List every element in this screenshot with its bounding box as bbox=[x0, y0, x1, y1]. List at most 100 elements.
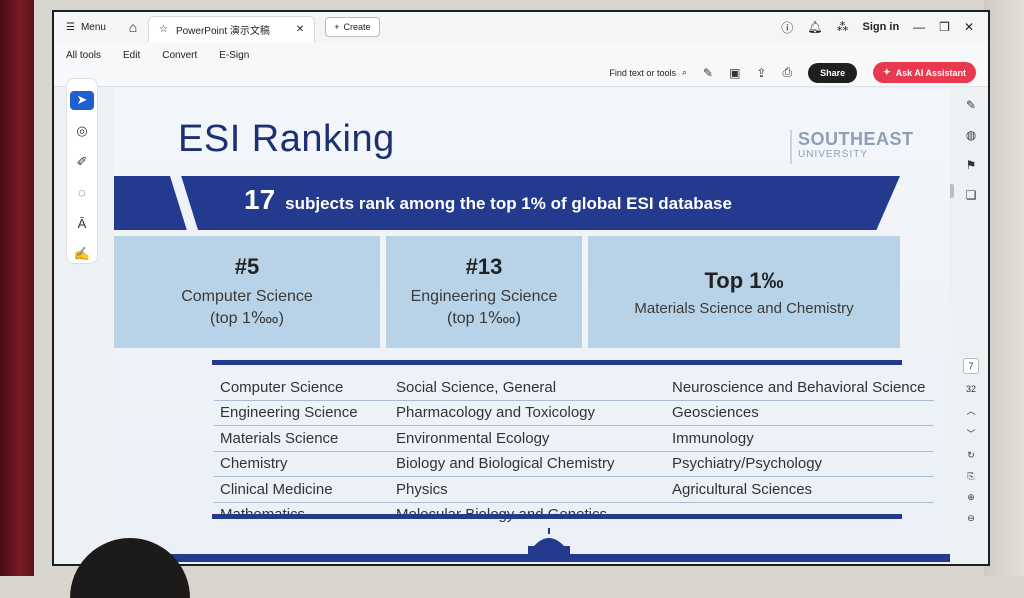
subject-cell: Social Science, General bbox=[390, 375, 666, 401]
subject-table: Computer Science Social Science, General… bbox=[214, 375, 934, 527]
share-button[interactable]: Share bbox=[808, 62, 858, 83]
subject-cell: Materials Science bbox=[214, 426, 390, 452]
subject-cell: Psychiatry/Psychology bbox=[666, 452, 934, 477]
wall bbox=[984, 0, 1024, 576]
close-window-icon[interactable]: ✕ bbox=[964, 20, 974, 34]
card-note: (top 1‱) bbox=[209, 310, 284, 327]
page-export-icon[interactable]: ⎘ bbox=[967, 471, 974, 482]
highlight-pen-icon[interactable]: ✐ bbox=[70, 152, 94, 171]
subject-cell: Geosciences bbox=[666, 401, 934, 426]
subject-cell: Engineering Science bbox=[214, 401, 390, 426]
apps-grid-icon[interactable]: ⁂ bbox=[837, 20, 849, 34]
zoom-out-icon[interactable]: ⊖ bbox=[967, 513, 975, 524]
sign-in-button[interactable]: Sign in bbox=[863, 21, 900, 33]
logo-sub-text: UNIVERSITY bbox=[798, 149, 869, 160]
tab-document[interactable]: ☆ PowerPoint 演示文稿 ✕ bbox=[147, 15, 316, 43]
subject-cell: Pharmacology and Toxicology bbox=[390, 401, 666, 426]
ranking-cards: #5 Computer Science (top 1‱) #13 Enginee… bbox=[114, 236, 900, 348]
subject-cell: Neuroscience and Behavioral Science bbox=[666, 375, 934, 401]
bookmarks-icon[interactable]: ⚑ bbox=[966, 158, 977, 172]
ranking-card: #5 Computer Science (top 1‱) bbox=[114, 236, 380, 348]
toolbar-actions: Find text or tools ⌕ ✎ ▣ ⇪ ⎙ Share ✦ Ask… bbox=[609, 42, 988, 83]
pages-icon[interactable]: ❏ bbox=[966, 188, 977, 202]
comment-icon[interactable]: ◎ bbox=[70, 122, 94, 141]
total-pages: 32 bbox=[965, 384, 976, 394]
card-rank: #13 bbox=[465, 254, 503, 280]
subject-cell: Biology and Biological Chemistry bbox=[390, 452, 666, 477]
comments-panel-icon[interactable]: ◍ bbox=[966, 128, 976, 142]
ranking-card: #13 Engineering Science (top 1‱) bbox=[386, 236, 582, 348]
table-bottom-rule bbox=[212, 514, 902, 519]
subject-cell: Computer Science bbox=[214, 375, 390, 401]
window-controls: ⓘ 🔔︎ ⁂ Sign in — ❐ ✕ bbox=[781, 19, 988, 36]
card-note: (top 1‱) bbox=[446, 310, 521, 327]
fill-sign-icon[interactable]: ✎ bbox=[703, 66, 713, 80]
logo-main-text: SOUTHEAST bbox=[798, 129, 914, 149]
current-page-field[interactable]: 7 bbox=[963, 358, 979, 374]
table-top-rule bbox=[212, 360, 902, 365]
hamburger-icon: ☰ bbox=[66, 21, 75, 33]
subject-cell: Agricultural Sciences bbox=[666, 477, 934, 503]
slide-title: ESI Ranking bbox=[178, 118, 395, 160]
upload-icon[interactable]: ⇪ bbox=[756, 66, 766, 80]
slide-footer-bar bbox=[114, 554, 950, 562]
card-subject: Computer Science bbox=[181, 288, 313, 306]
curtain bbox=[0, 0, 34, 576]
restore-icon[interactable]: ❐ bbox=[939, 20, 950, 34]
ai-sparkle-icon: ✦ bbox=[883, 67, 891, 77]
edit-pdf-icon[interactable]: ✎ bbox=[966, 98, 976, 112]
ranking-card: Top 1‰ Materials Science and Chemistry bbox=[588, 236, 900, 348]
tab-bar: ☰ Menu ⌂ ☆ PowerPoint 演示文稿 ✕ + Create ⓘ … bbox=[54, 12, 988, 43]
draw-icon[interactable]: ◌ bbox=[70, 183, 94, 202]
slide-page: ESI Ranking SOUTHEAST UNIVERSITY 17 subj… bbox=[114, 88, 950, 562]
menu-button[interactable]: ☰ Menu bbox=[54, 12, 118, 42]
card-subject: Materials Science and Chemistry bbox=[634, 299, 854, 317]
menu-esign[interactable]: E-Sign bbox=[219, 50, 249, 61]
left-tool-rail: ➤ ◎ ✐ ◌ Ā ✍ bbox=[66, 78, 98, 264]
card-rank: #5 bbox=[234, 254, 260, 280]
menu-label: Menu bbox=[80, 21, 106, 33]
zoom-in-icon[interactable]: ⊕ bbox=[967, 492, 975, 503]
right-tool-rail: ✎ ◍ ⚑ ❏ bbox=[958, 98, 984, 202]
subject-cell: Physics bbox=[390, 477, 666, 503]
menu-edit[interactable]: Edit bbox=[123, 50, 140, 61]
plus-icon: + bbox=[334, 22, 340, 32]
search-icon: ⌕ bbox=[681, 67, 687, 77]
logo-divider bbox=[790, 130, 792, 164]
card-subject: Engineering Science bbox=[410, 288, 558, 306]
rotate-icon[interactable]: ↻ bbox=[967, 450, 975, 461]
close-tab-icon[interactable]: ✕ bbox=[296, 24, 304, 35]
select-cursor-icon[interactable]: ➤ bbox=[70, 91, 94, 110]
tab-title: PowerPoint 演示文稿 bbox=[175, 26, 270, 37]
ask-ai-button[interactable]: ✦ Ask AI Assistant bbox=[873, 62, 976, 83]
subject-cell: Immunology bbox=[666, 426, 934, 452]
star-icon[interactable]: ☆ bbox=[159, 24, 168, 35]
home-icon[interactable]: ⌂ bbox=[118, 12, 148, 42]
sign-icon[interactable]: ✍ bbox=[70, 244, 94, 263]
card-rank: Top 1‰ bbox=[704, 267, 784, 293]
create-button[interactable]: + Create bbox=[325, 17, 380, 37]
menu-all-tools[interactable]: All tools bbox=[66, 50, 101, 61]
subject-cell: Clinical Medicine bbox=[214, 477, 390, 503]
subject-cell: Environmental Ecology bbox=[390, 426, 666, 452]
save-icon[interactable]: ▣ bbox=[729, 66, 740, 80]
create-label: Create bbox=[343, 22, 371, 32]
banner-number: 17 bbox=[244, 184, 276, 215]
menu-convert[interactable]: Convert bbox=[162, 50, 197, 61]
projection-screen: ☰ Menu ⌂ ☆ PowerPoint 演示文稿 ✕ + Create ⓘ … bbox=[52, 10, 990, 566]
page-navigator: 7 32 ︿ ﹀ ↻ ⎘ ⊕ ⊖ bbox=[958, 358, 984, 524]
subject-cell: Chemistry bbox=[214, 452, 390, 477]
bell-icon[interactable]: 🔔︎ bbox=[807, 20, 822, 34]
page-up-icon[interactable]: ︿ bbox=[966, 404, 975, 417]
top-menus: All tools Edit Convert E-Sign bbox=[54, 42, 249, 61]
banner-caption: subjects rank among the top 1% of global… bbox=[285, 194, 732, 213]
minimize-icon[interactable]: — bbox=[913, 20, 925, 34]
text-box-icon[interactable]: Ā bbox=[70, 214, 94, 233]
help-icon[interactable]: ⓘ bbox=[781, 19, 793, 36]
toolbar: All tools Edit Convert E-Sign Find text … bbox=[54, 42, 988, 87]
find-label: Find text or tools bbox=[609, 67, 676, 78]
banner-text: 17 subjects rank among the top 1% of glo… bbox=[244, 184, 732, 216]
page-down-icon[interactable]: ﹀ bbox=[966, 427, 975, 440]
find-tools[interactable]: Find text or tools ⌕ bbox=[609, 67, 687, 78]
print-icon[interactable]: ⎙ bbox=[782, 65, 792, 80]
